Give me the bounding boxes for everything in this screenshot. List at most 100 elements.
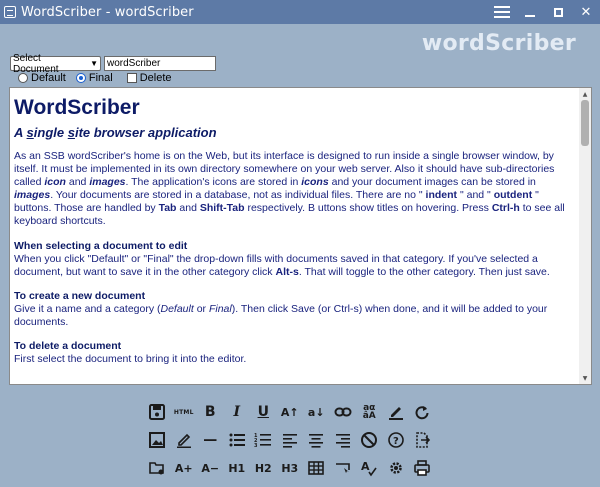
window-controls: ✕ xyxy=(488,0,600,24)
editor-content[interactable]: WordScriber A single site browser applic… xyxy=(10,88,579,384)
document-subheading: A single site browser application xyxy=(14,125,217,140)
final-label: Final xyxy=(88,72,113,84)
final-radio[interactable] xyxy=(75,73,86,83)
export-icon xyxy=(416,432,431,448)
document-select[interactable]: Select Document ▼ xyxy=(10,53,101,75)
align-right-button[interactable] xyxy=(330,428,357,452)
highlight-button[interactable] xyxy=(171,428,198,452)
align-right-icon xyxy=(335,434,350,448)
increase-font-button[interactable]: A+ xyxy=(171,456,198,480)
spellcheck-icon: A xyxy=(361,460,377,477)
title-bar: WordScriber - wordScriber ✕ xyxy=(0,0,600,24)
align-center-icon xyxy=(309,434,324,448)
print-button[interactable] xyxy=(409,456,436,480)
save-icon xyxy=(149,404,166,420)
window-title: WordScriber - wordScriber xyxy=(21,4,194,20)
keyboard-shortcuts-button[interactable] xyxy=(330,456,357,480)
chevron-down-icon: ▼ xyxy=(90,59,98,68)
minimize-button[interactable] xyxy=(516,0,544,24)
numbered-list-icon: 123 xyxy=(254,433,272,449)
keyboard-icon xyxy=(335,463,350,473)
option-default[interactable]: Default xyxy=(18,72,66,84)
section-title-delete: To delete a document xyxy=(14,340,122,352)
pen-icon xyxy=(388,407,403,420)
pen-button[interactable] xyxy=(383,400,410,424)
close-button[interactable]: ✕ xyxy=(572,0,600,24)
export-button[interactable] xyxy=(409,428,436,452)
brand-logo: wordScriber xyxy=(421,31,576,56)
document-name-input[interactable]: wordScriber xyxy=(104,56,216,71)
scroll-thumb[interactable] xyxy=(581,100,589,146)
settings-button[interactable] xyxy=(383,456,410,480)
toolbar-row-1: HTML B I U A↑ a↓ aα âA xyxy=(144,398,464,426)
svg-text:A: A xyxy=(361,460,370,473)
print-icon xyxy=(414,460,431,476)
align-left-button[interactable] xyxy=(277,428,304,452)
horizontal-rule-button[interactable]: — xyxy=(197,428,224,452)
section-title-create: To create a new document xyxy=(14,290,146,302)
option-final[interactable]: Final xyxy=(75,72,113,84)
folder-settings-icon xyxy=(149,462,165,475)
folder-settings-button[interactable] xyxy=(144,456,171,480)
hamburger-icon xyxy=(494,6,510,18)
toolbar-row-2: — 123 ? xyxy=(144,426,464,454)
subscript-button[interactable]: a↓ xyxy=(303,400,330,424)
change-case-button[interactable]: aα âA xyxy=(356,400,383,424)
default-label: Default xyxy=(31,72,66,84)
settings-icon xyxy=(390,462,402,474)
italic-button[interactable]: I xyxy=(224,400,251,424)
underline-button[interactable]: U xyxy=(250,400,277,424)
section-text-create: Give it a name and a category (Default o… xyxy=(14,303,548,328)
decrease-font-button[interactable]: A− xyxy=(197,456,224,480)
document-controls: Select Document ▼ wordScriber xyxy=(10,53,216,75)
delete-label: Delete xyxy=(139,72,172,84)
superscript-button[interactable]: A↑ xyxy=(277,400,304,424)
numbered-list-button[interactable]: 123 xyxy=(250,428,277,452)
no-icon xyxy=(361,432,378,448)
maximize-button[interactable] xyxy=(544,0,572,24)
formatting-toolbar: HTML B I U A↑ a↓ aα âA — 123 ? A+ A− H1 H… xyxy=(144,398,464,482)
toolbar-row-3: A+ A− H1 H2 H3 A xyxy=(144,454,464,482)
delete-checkbox[interactable] xyxy=(126,73,137,83)
default-radio[interactable] xyxy=(18,73,28,83)
image-icon xyxy=(149,432,166,448)
svg-text:3: 3 xyxy=(254,443,258,449)
help-icon: ? xyxy=(387,432,404,448)
html-button[interactable]: HTML xyxy=(171,400,198,424)
editor-scrollbar[interactable]: ▲ ▼ xyxy=(579,88,591,384)
bold-button[interactable]: B xyxy=(197,400,224,424)
redo-button[interactable] xyxy=(409,400,436,424)
scroll-down-arrow[interactable]: ▼ xyxy=(579,373,591,383)
minimize-icon xyxy=(525,15,535,17)
scroll-up-arrow[interactable]: ▲ xyxy=(579,89,591,99)
close-icon: ✕ xyxy=(580,4,592,20)
align-center-button[interactable] xyxy=(303,428,330,452)
insert-table-button[interactable] xyxy=(303,456,330,480)
bullet-list-button[interactable] xyxy=(224,428,251,452)
insert-image-button[interactable] xyxy=(144,428,171,452)
table-icon xyxy=(308,461,325,475)
redo-icon xyxy=(415,406,429,420)
heading1-button[interactable]: H1 xyxy=(224,456,251,480)
editor-area[interactable]: WordScriber A single site browser applic… xyxy=(9,87,592,385)
menu-button[interactable] xyxy=(488,0,516,24)
spellcheck-button[interactable]: A xyxy=(356,456,383,480)
align-left-icon xyxy=(282,434,297,448)
bullet-list-icon xyxy=(229,433,245,447)
option-delete[interactable]: Delete xyxy=(123,72,172,84)
heading2-button[interactable]: H2 xyxy=(250,456,277,480)
document-heading: WordScriber xyxy=(14,96,140,119)
heading3-button[interactable]: H3 xyxy=(277,456,304,480)
section-title-selecting: When selecting a document to edit xyxy=(14,240,188,252)
highlight-icon xyxy=(176,433,191,448)
help-button[interactable]: ? xyxy=(383,428,410,452)
maximize-icon xyxy=(553,7,563,17)
clear-format-button[interactable] xyxy=(356,428,383,452)
case-icon: aα âA xyxy=(362,403,376,421)
section-text-delete: First select the document to bring it in… xyxy=(14,353,247,365)
link-button[interactable] xyxy=(330,400,357,424)
section-text-selecting: When you click "Default" or "Final" the … xyxy=(14,253,550,278)
category-options: Default Final Delete xyxy=(18,72,182,84)
save-button[interactable] xyxy=(144,400,171,424)
intro-paragraph: As an SSB wordScriber's home is on the W… xyxy=(14,150,565,227)
